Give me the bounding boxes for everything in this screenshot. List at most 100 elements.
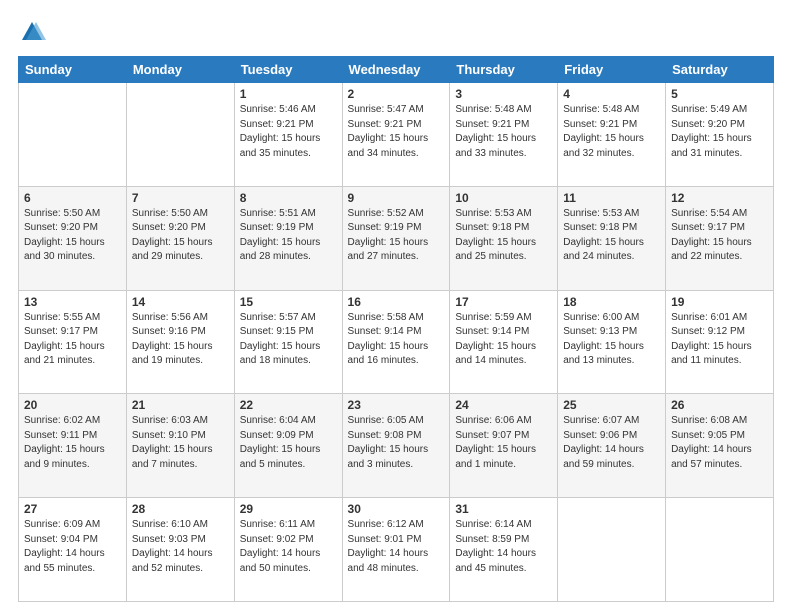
day-info: Sunrise: 6:08 AM Sunset: 9:05 PM Dayligh… [671,414,768,472]
day-number: 29 [240,502,337,516]
day-header: Tuesday [234,57,342,83]
day-info: Sunrise: 5:57 AM Sunset: 9:15 PM Dayligh… [240,311,337,369]
day-number: 10 [455,191,552,205]
calendar-cell: 31 Sunrise: 6:14 AM Sunset: 8:59 PM Dayli… [450,498,558,602]
day-number: 15 [240,295,337,309]
day-info: Sunrise: 5:54 AM Sunset: 9:17 PM Dayligh… [671,207,768,265]
day-info: Sunrise: 5:50 AM Sunset: 9:20 PM Dayligh… [24,207,121,265]
calendar-cell [666,498,774,602]
day-info: Sunrise: 5:58 AM Sunset: 9:14 PM Dayligh… [348,311,445,369]
day-info: Sunrise: 5:46 AM Sunset: 9:21 PM Dayligh… [240,103,337,161]
calendar-cell: 24 Sunrise: 6:06 AM Sunset: 9:07 PM Dayli… [450,394,558,498]
day-number: 13 [24,295,121,309]
day-number: 12 [671,191,768,205]
day-number: 6 [24,191,121,205]
day-info: Sunrise: 5:49 AM Sunset: 9:20 PM Dayligh… [671,103,768,161]
header [18,18,774,46]
day-number: 17 [455,295,552,309]
calendar-cell: 8 Sunrise: 5:51 AM Sunset: 9:19 PM Daylig… [234,186,342,290]
calendar-header-row: SundayMondayTuesdayWednesdayThursdayFrid… [19,57,774,83]
calendar-cell: 11 Sunrise: 5:53 AM Sunset: 9:18 PM Dayli… [558,186,666,290]
day-number: 7 [132,191,229,205]
calendar-cell: 26 Sunrise: 6:08 AM Sunset: 9:05 PM Dayli… [666,394,774,498]
day-header: Thursday [450,57,558,83]
calendar-cell: 28 Sunrise: 6:10 AM Sunset: 9:03 PM Dayli… [126,498,234,602]
day-info: Sunrise: 5:48 AM Sunset: 9:21 PM Dayligh… [455,103,552,161]
calendar-cell: 12 Sunrise: 5:54 AM Sunset: 9:17 PM Dayli… [666,186,774,290]
day-number: 31 [455,502,552,516]
day-number: 9 [348,191,445,205]
calendar-week-row: 27Sunrise: 6:09 AM Sunset: 9:04 PM Dayli… [19,498,774,602]
logo-icon [18,18,46,46]
day-info: Sunrise: 6:14 AM Sunset: 8:59 PM Dayligh… [455,518,552,576]
calendar-week-row: 13 Sunrise: 5:55 AM Sunset: 9:17 PM Dayli… [19,290,774,394]
calendar-cell: 1 Sunrise: 5:46 AM Sunset: 9:21 PM Daylig… [234,83,342,187]
day-info: Sunrise: 6:00 AM Sunset: 9:13 PM Dayligh… [563,311,660,369]
calendar-cell: 7Sunrise: 5:50 AM Sunset: 9:20 PM Daylig… [126,186,234,290]
calendar-cell: 14 Sunrise: 5:56 AM Sunset: 9:16 PM Dayli… [126,290,234,394]
day-number: 21 [132,398,229,412]
day-info: Sunrise: 6:07 AM Sunset: 9:06 PM Dayligh… [563,414,660,472]
day-header: Sunday [19,57,127,83]
calendar-cell: 16 Sunrise: 5:58 AM Sunset: 9:14 PM Dayli… [342,290,450,394]
calendar-cell: 25 Sunrise: 6:07 AM Sunset: 9:06 PM Dayli… [558,394,666,498]
calendar-cell: 23Sunrise: 6:05 AM Sunset: 9:08 PM Dayli… [342,394,450,498]
day-number: 23 [348,398,445,412]
day-info: Sunrise: 5:55 AM Sunset: 9:17 PM Dayligh… [24,311,121,369]
day-info: Sunrise: 6:09 AM Sunset: 9:04 PM Dayligh… [24,518,121,576]
day-info: Sunrise: 6:03 AM Sunset: 9:10 PM Dayligh… [132,414,229,472]
day-number: 25 [563,398,660,412]
calendar-cell [19,83,127,187]
day-info: Sunrise: 5:47 AM Sunset: 9:21 PM Dayligh… [348,103,445,161]
day-number: 2 [348,87,445,101]
day-number: 22 [240,398,337,412]
day-header: Friday [558,57,666,83]
day-number: 5 [671,87,768,101]
calendar-cell: 18Sunrise: 6:00 AM Sunset: 9:13 PM Dayli… [558,290,666,394]
day-info: Sunrise: 6:11 AM Sunset: 9:02 PM Dayligh… [240,518,337,576]
day-info: Sunrise: 5:53 AM Sunset: 9:18 PM Dayligh… [455,207,552,265]
calendar-cell [558,498,666,602]
calendar-cell: 13 Sunrise: 5:55 AM Sunset: 9:17 PM Dayli… [19,290,127,394]
calendar-cell [126,83,234,187]
calendar-week-row: 20 Sunrise: 6:02 AM Sunset: 9:11 PM Dayli… [19,394,774,498]
calendar-cell: 30Sunrise: 6:12 AM Sunset: 9:01 PM Dayli… [342,498,450,602]
calendar-cell: 4Sunrise: 5:48 AM Sunset: 9:21 PM Daylig… [558,83,666,187]
day-number: 19 [671,295,768,309]
day-info: Sunrise: 5:59 AM Sunset: 9:14 PM Dayligh… [455,311,552,369]
day-info: Sunrise: 5:53 AM Sunset: 9:18 PM Dayligh… [563,207,660,265]
day-info: Sunrise: 6:06 AM Sunset: 9:07 PM Dayligh… [455,414,552,472]
day-number: 1 [240,87,337,101]
day-info: Sunrise: 5:52 AM Sunset: 9:19 PM Dayligh… [348,207,445,265]
day-info: Sunrise: 6:10 AM Sunset: 9:03 PM Dayligh… [132,518,229,576]
day-number: 11 [563,191,660,205]
calendar-week-row: 1 Sunrise: 5:46 AM Sunset: 9:21 PM Daylig… [19,83,774,187]
day-info: Sunrise: 5:48 AM Sunset: 9:21 PM Dayligh… [563,103,660,161]
day-header: Saturday [666,57,774,83]
page: SundayMondayTuesdayWednesdayThursdayFrid… [0,0,792,612]
day-header: Monday [126,57,234,83]
calendar-week-row: 6 Sunrise: 5:50 AM Sunset: 9:20 PM Daylig… [19,186,774,290]
day-number: 8 [240,191,337,205]
calendar-cell: 10 Sunrise: 5:53 AM Sunset: 9:18 PM Dayli… [450,186,558,290]
day-number: 26 [671,398,768,412]
calendar-cell: 22Sunrise: 6:04 AM Sunset: 9:09 PM Dayli… [234,394,342,498]
calendar-cell: 3 Sunrise: 5:48 AM Sunset: 9:21 PM Daylig… [450,83,558,187]
day-number: 30 [348,502,445,516]
day-info: Sunrise: 5:51 AM Sunset: 9:19 PM Dayligh… [240,207,337,265]
calendar-cell: 2 Sunrise: 5:47 AM Sunset: 9:21 PM Daylig… [342,83,450,187]
calendar-cell: 15 Sunrise: 5:57 AM Sunset: 9:15 PM Dayli… [234,290,342,394]
calendar-cell: 27Sunrise: 6:09 AM Sunset: 9:04 PM Dayli… [19,498,127,602]
day-number: 3 [455,87,552,101]
day-info: Sunrise: 6:02 AM Sunset: 9:11 PM Dayligh… [24,414,121,472]
day-number: 28 [132,502,229,516]
calendar-cell: 17 Sunrise: 5:59 AM Sunset: 9:14 PM Dayli… [450,290,558,394]
day-number: 20 [24,398,121,412]
day-info: Sunrise: 5:56 AM Sunset: 9:16 PM Dayligh… [132,311,229,369]
day-number: 24 [455,398,552,412]
calendar-table: SundayMondayTuesdayWednesdayThursdayFrid… [18,56,774,602]
day-number: 14 [132,295,229,309]
day-number: 16 [348,295,445,309]
day-header: Wednesday [342,57,450,83]
calendar-cell: 6 Sunrise: 5:50 AM Sunset: 9:20 PM Daylig… [19,186,127,290]
